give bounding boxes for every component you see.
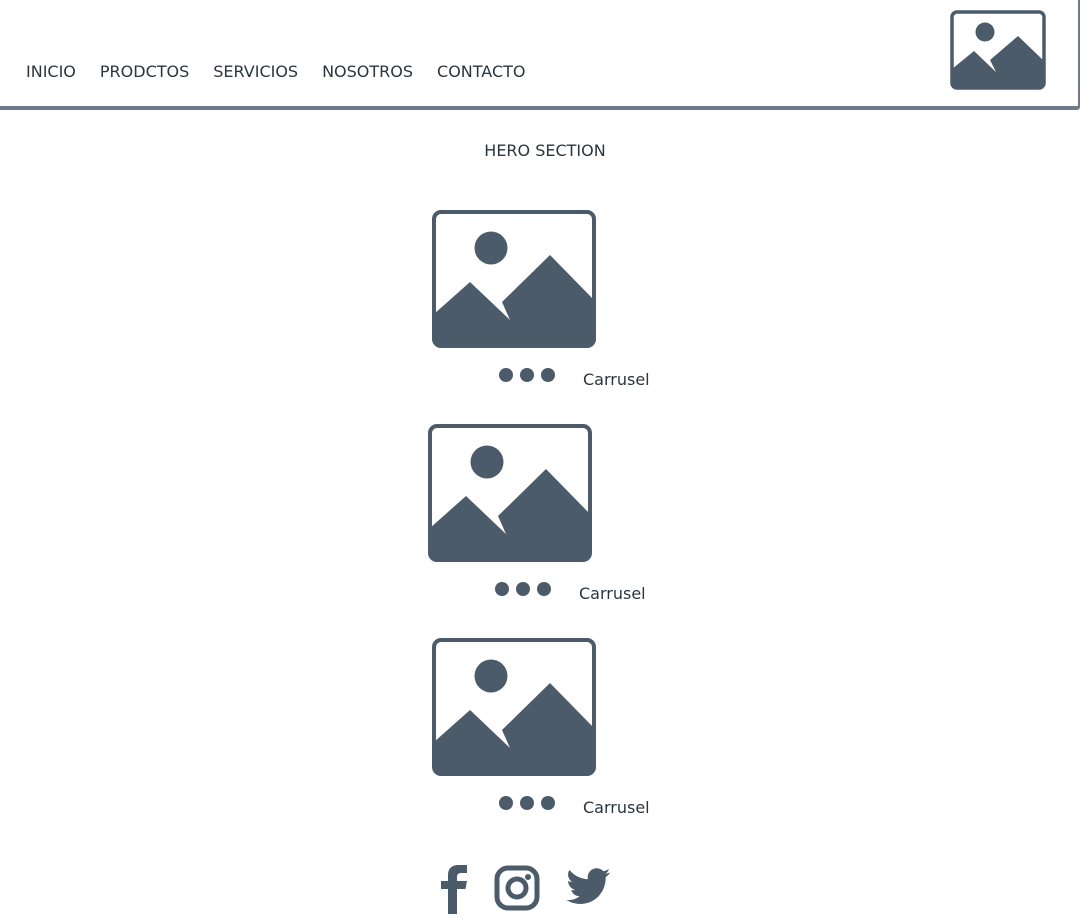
nav-links: INICIO PRODCTOS SERVICIOS NOSOTROS CONTA…: [26, 62, 550, 82]
image-placeholder-icon: [432, 638, 596, 776]
carousel-dots: [499, 796, 562, 810]
carousel-dot[interactable]: [499, 796, 513, 810]
nav-item-nosotros[interactable]: NOSOTROS: [322, 62, 413, 82]
nav-item-servicios[interactable]: SERVICIOS: [213, 62, 298, 82]
carousel-3: Carrusel: [432, 638, 672, 824]
carousel-dots: [499, 368, 562, 382]
navbar: INICIO PRODCTOS SERVICIOS NOSOTROS CONTA…: [0, 0, 1080, 110]
carousel-dot[interactable]: [516, 582, 530, 596]
nav-item-productos[interactable]: PRODCTOS: [100, 62, 189, 82]
carousel-dot[interactable]: [520, 796, 534, 810]
nav-item-inicio[interactable]: INICIO: [26, 62, 76, 82]
image-placeholder-icon: [428, 424, 592, 562]
image-placeholder-icon: [432, 210, 596, 348]
carousel-label: Carrusel: [583, 370, 650, 389]
nav-item-contacto[interactable]: CONTACTO: [437, 62, 525, 82]
carousel-dot[interactable]: [537, 582, 551, 596]
carousel-dot[interactable]: [541, 796, 555, 810]
carousel-dot[interactable]: [495, 582, 509, 596]
social-links: [438, 862, 614, 918]
carousel-1: Carrusel: [432, 210, 672, 396]
hero-title: HERO SECTION: [484, 141, 606, 160]
carousel-label: Carrusel: [579, 584, 646, 603]
carousel-dot[interactable]: [499, 368, 513, 382]
carousel-label: Carrusel: [583, 798, 650, 817]
logo-image-placeholder-icon[interactable]: [950, 10, 1046, 90]
carousel-dot[interactable]: [541, 368, 555, 382]
instagram-icon[interactable]: [494, 865, 540, 915]
carousel-dot[interactable]: [520, 368, 534, 382]
carousel-dots: [495, 582, 558, 596]
twitter-icon[interactable]: [564, 864, 614, 912]
carousel-2: Carrusel: [428, 424, 668, 610]
facebook-icon[interactable]: [438, 864, 472, 918]
